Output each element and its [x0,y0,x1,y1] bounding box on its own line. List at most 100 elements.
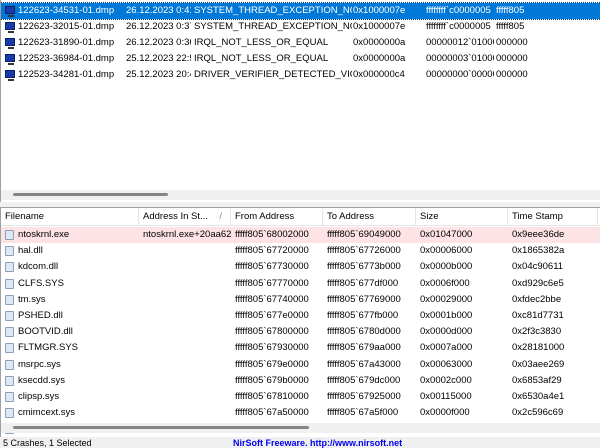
file-icon [5,392,14,402]
address-in-stack [143,389,231,405]
time-stamp: 0xd929c6e5 [512,277,564,289]
module-size: 0x0000b000 [420,261,473,273]
time-stamp: 0x2f3c3830 [512,326,562,338]
address-in-stack [143,373,231,389]
sort-indicator-icon: / [219,211,222,222]
crash-row[interactable]: 122623-32015-01.dmp 26.12.2023 0:37:...SY… [1,19,600,35]
from-address: fffff805`67800000 [235,326,309,338]
crash-row[interactable]: 122623-31890-01.dmp 26.12.2023 0:36:...IR… [1,35,600,51]
crash-row[interactable]: 122523-36984-01.dmp 25.12.2023 22:5...IRQ… [1,51,600,67]
column-header-to-address[interactable]: To Address [323,208,416,226]
time-stamp: 0x1865382a [512,245,565,257]
column-header-address-in-stack[interactable]: Address In St... / [139,208,231,226]
from-address: fffff805`677e0000 [235,310,309,321]
parameter-1: ffffffff`c0000005 [426,5,491,16]
file-icon [5,359,14,370]
module-row[interactable]: hal.dll fffff805`67720000 fffff805`6772600… [1,243,600,259]
to-address: fffff805`6780d000 [327,326,401,338]
module-row[interactable]: CLFS.SYS fffff805`67770000 fffff805`677df0… [1,276,600,292]
parameter-2: 000000 [496,69,528,80]
module-row[interactable]: ksecdd.sys fffff805`679b0000 fffff805`679d… [1,373,600,389]
module-filename: FLTMGR.SYS [18,342,78,354]
module-size: 0x00115000 [420,391,472,402]
module-row[interactable]: cmimcext.sys fffff805`67a50000 fffff805`67… [1,405,600,421]
address-in-stack [143,340,231,356]
address-in-stack [143,276,231,292]
address-in-stack [143,243,231,259]
from-address: fffff805`67810000 [235,391,309,402]
crash-list-horizontal-scrollbar[interactable] [1,190,600,200]
status-crash-count: 5 Crashes, 1 Selected [3,438,92,448]
from-address: fffff805`67720000 [235,245,309,257]
scrollbar-thumb[interactable] [13,193,168,196]
file-icon [5,230,14,240]
crash-time: 25.12.2023 22:5... [126,53,191,64]
from-address: fffff805`68002000 [235,229,309,240]
bug-check-string: IRQL_NOT_LESS_OR_EQUAL [194,53,329,64]
column-header-from-address[interactable]: From Address [231,208,323,226]
module-size: 0x0007a000 [420,342,473,354]
file-icon [5,246,14,257]
crash-time: 25.12.2023 20:4... [126,69,191,80]
computer-icon [5,70,15,81]
crash-filename: 122523-34281-01.dmp [18,69,115,80]
file-icon [5,262,14,273]
parameter-2: 000000 [496,53,528,64]
modules-list-header: Filename Address In St... / From Address … [1,208,600,226]
crash-list[interactable]: 122623-34531-01.dmp 26.12.2023 0:41:...SY… [0,0,600,202]
crash-filename: 122623-34531-01.dmp [18,5,115,16]
file-icon [5,408,14,419]
module-filename: msrpc.sys [18,358,61,370]
to-address: fffff805`679dc000 [327,374,401,386]
module-size: 0x0002c000 [420,374,472,386]
address-in-stack [143,405,231,421]
module-row[interactable]: msrpc.sys fffff805`679e0000 fffff805`67a43… [1,357,600,373]
bug-check-code: 0x1000007e [353,5,406,16]
from-address: fffff805`67930000 [235,342,309,354]
computer-icon [5,54,15,65]
crash-filename: 122623-31890-01.dmp [18,37,115,48]
crash-row[interactable]: 122623-34531-01.dmp 26.12.2023 0:41:...SY… [1,2,600,20]
to-address: fffff805`679aa000 [327,342,401,354]
time-stamp: 0x28181000 [512,342,565,354]
module-row[interactable]: kdcom.dll fffff805`67730000 fffff805`6773b… [1,259,600,275]
crash-row[interactable]: 122523-34281-01.dmp 25.12.2023 20:4...DRI… [1,67,600,83]
crash-filename: 122623-32015-01.dmp [18,21,115,32]
status-bar: 5 Crashes, 1 Selected NirSoft Freeware. … [0,438,600,448]
column-header-size[interactable]: Size [416,208,508,226]
module-row[interactable]: BOOTVID.dll fffff805`67800000 fffff805`678… [1,324,600,340]
parameter-2: fffff805 [496,5,525,16]
address-in-stack [143,259,231,275]
crash-time: 26.12.2023 0:41:... [126,5,191,16]
module-row[interactable]: clipsp.sys fffff805`67810000 fffff805`6792… [1,389,600,405]
module-filename: tm.sys [18,293,46,305]
parameter-1: ffffffff`c0000005 [426,21,491,32]
module-filename: clipsp.sys [18,391,60,402]
from-address: fffff805`679e0000 [235,358,309,370]
to-address: fffff805`67925000 [327,391,401,402]
time-stamp: 0x6853af29 [512,374,562,386]
to-address: fffff805`69049000 [327,229,401,240]
file-icon [5,375,14,386]
module-row[interactable]: ntoskrnl.exe ntoskrnl.exe+20aa62 fffff805`… [1,227,600,243]
crash-filename: 122523-36984-01.dmp [18,53,115,64]
column-header-filename[interactable]: Filename [1,208,139,226]
bug-check-string: SYSTEM_THREAD_EXCEPTION_NOT_HAN... [194,21,352,32]
file-icon [5,278,14,289]
bug-check-string: IRQL_NOT_LESS_OR_EQUAL [194,37,329,48]
module-row[interactable]: tm.sys fffff805`67740000 fffff805`67769000… [1,292,600,308]
time-stamp: 0x6530a4e1 [512,391,565,402]
parameter-1: 00000003`010000... [426,53,494,64]
module-row[interactable]: PSHED.dll fffff805`677e0000 fffff805`677fb… [1,308,600,324]
modules-list-horizontal-scrollbar[interactable] [1,423,600,433]
nirsoft-link[interactable]: NirSoft Freeware. http://www.nirsoft.net [233,438,402,448]
parameter-2: 000000 [496,37,528,48]
module-filename: PSHED.dll [18,310,63,321]
scrollbar-thumb[interactable] [13,426,309,429]
module-row[interactable]: FLTMGR.SYS fffff805`67930000 fffff805`679a… [1,340,600,356]
column-header-time-stamp[interactable]: Time Stamp [508,208,598,226]
computer-icon [5,22,15,33]
module-size: 0x00006000 [420,245,473,257]
bug-check-string: SYSTEM_THREAD_EXCEPTION_NOT_HAN... [194,5,352,16]
modules-list[interactable]: Filename Address In St... / From Address … [0,207,600,437]
